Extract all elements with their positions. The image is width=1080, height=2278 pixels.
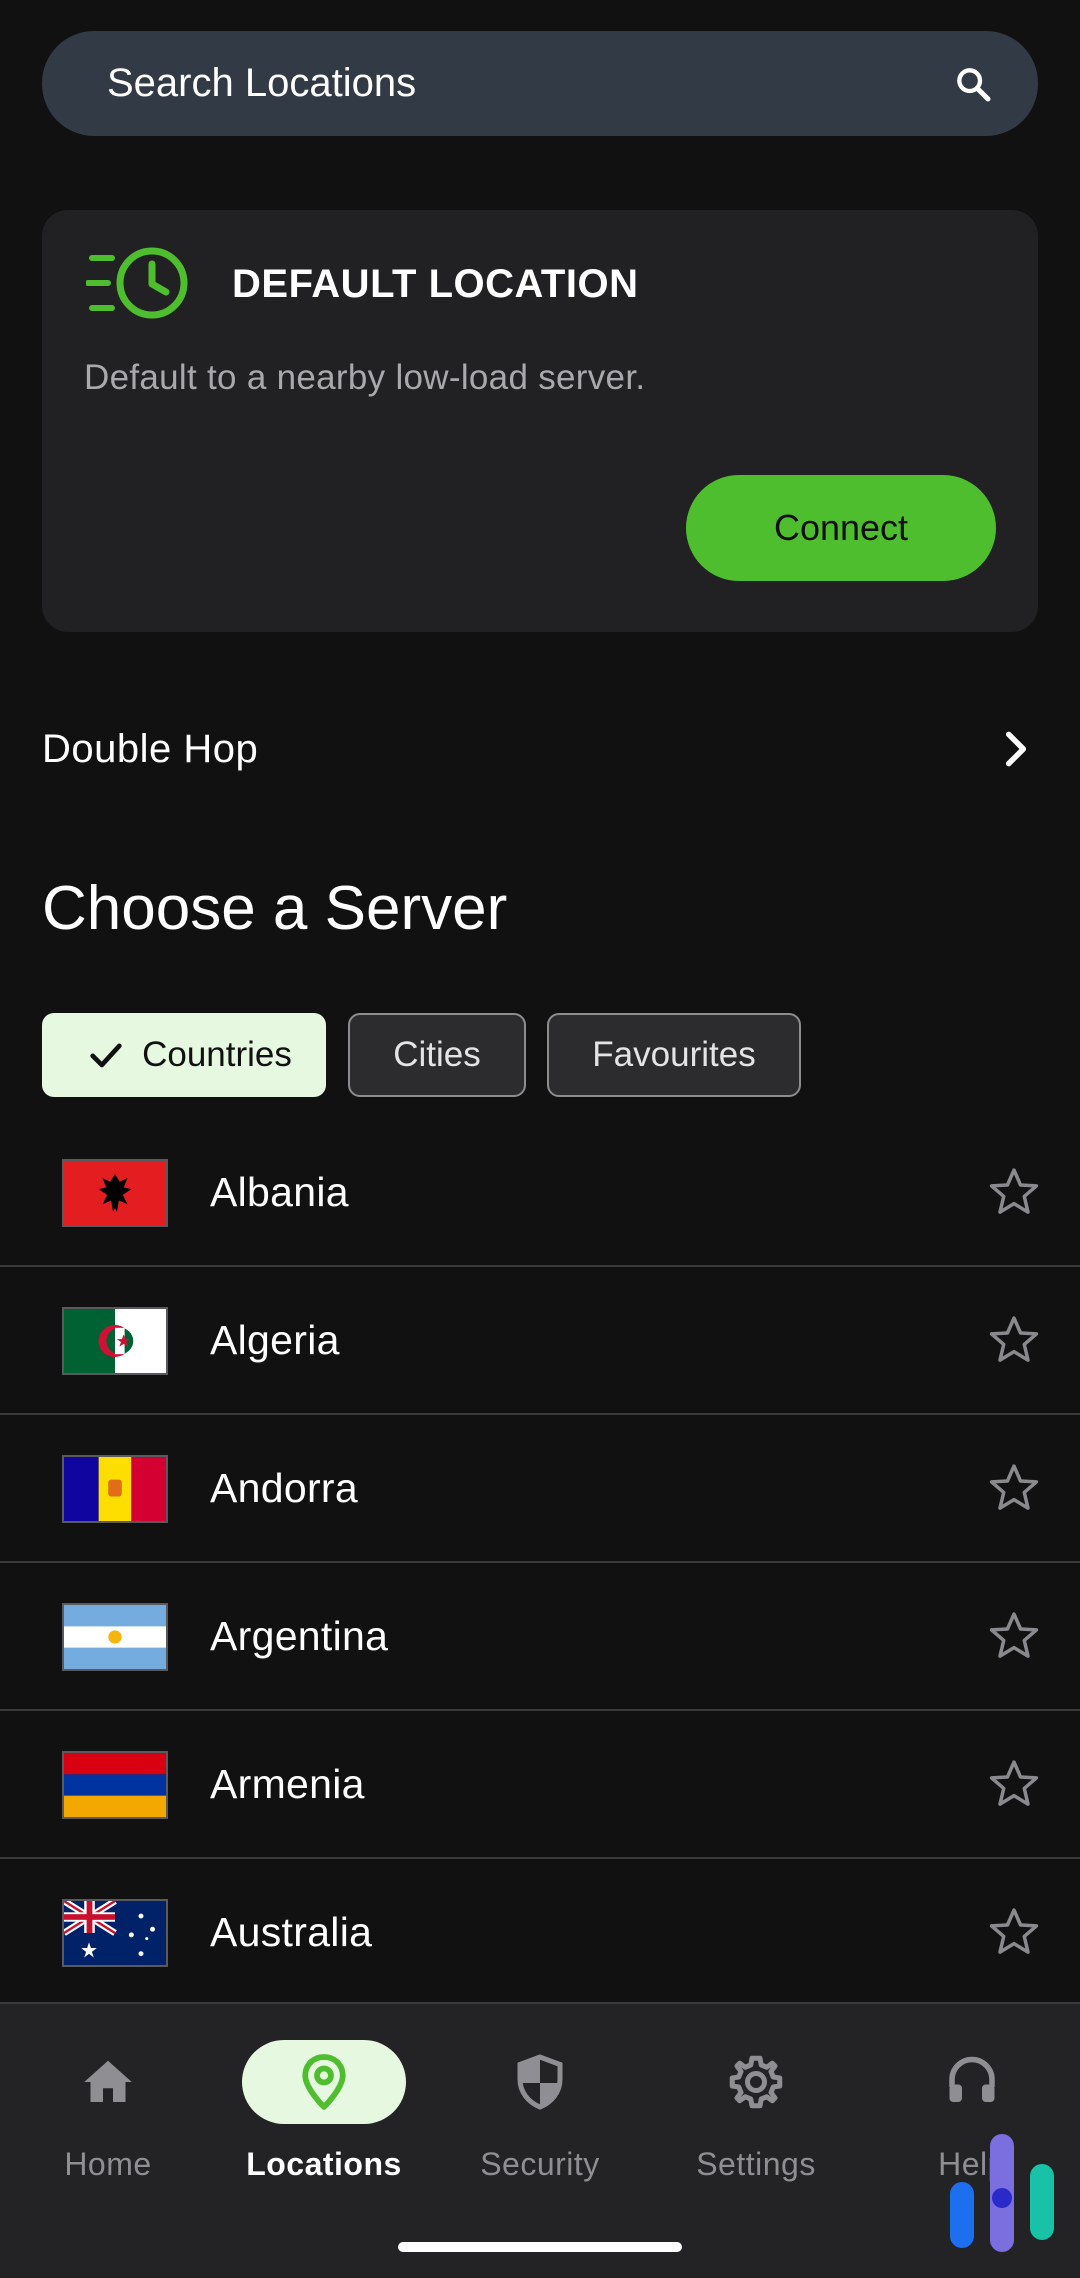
- filter-chip-cities[interactable]: Cities: [348, 1013, 526, 1097]
- check-icon: [90, 1043, 122, 1068]
- connect-button[interactable]: Connect: [686, 475, 996, 581]
- armenia-flag: [62, 1751, 168, 1819]
- filter-chip-label: Favourites: [592, 1035, 756, 1074]
- nav-icon-container: [674, 2040, 838, 2124]
- albania-flag: [62, 1159, 168, 1227]
- australia-flag: [62, 1899, 168, 1967]
- double-hop-label: Double Hop: [42, 726, 259, 771]
- locations-screen: DEFAULT LOCATION Default to a nearby low…: [0, 0, 1080, 2278]
- nav-item-locations[interactable]: Locations: [216, 2034, 432, 2214]
- country-name: Algeria: [210, 1316, 340, 1363]
- home-indicator[interactable]: [398, 2242, 682, 2252]
- star-icon[interactable]: [986, 1756, 1042, 1812]
- nav-label: Home: [64, 2146, 152, 2182]
- section-title: Choose a Server: [42, 874, 508, 943]
- country-row-algeria[interactable]: Algeria: [0, 1267, 1080, 1415]
- search-input[interactable]: [105, 60, 950, 107]
- country-name: Australia: [210, 1908, 373, 1955]
- filter-chip-favourites[interactable]: Favourites: [547, 1013, 801, 1097]
- country-name: Armenia: [210, 1760, 365, 1807]
- nav-item-home[interactable]: Home: [0, 2034, 216, 2214]
- country-list: Albania Algeria Andorra Argentina Armeni…: [0, 1119, 1080, 2007]
- nav-icon-container: [458, 2040, 622, 2124]
- default-location-description: Default to a nearby low-load server.: [84, 358, 646, 397]
- default-location-title: DEFAULT LOCATION: [232, 262, 639, 306]
- nav-label: Security: [480, 2146, 600, 2182]
- star-icon[interactable]: [986, 1460, 1042, 1516]
- star-icon[interactable]: [986, 1164, 1042, 1220]
- country-row-armenia[interactable]: Armenia: [0, 1711, 1080, 1859]
- andorra-flag: [62, 1455, 168, 1523]
- clock-speed-icon: [86, 247, 188, 319]
- country-row-albania[interactable]: Albania: [0, 1119, 1080, 1267]
- filter-chip-label: Cities: [393, 1035, 481, 1074]
- chevron-right-icon: [1005, 731, 1027, 767]
- home-icon: [84, 2060, 132, 2102]
- headset-icon: [949, 2056, 995, 2102]
- location-pin-icon: [302, 2054, 346, 2110]
- argentina-flag: [62, 1603, 168, 1671]
- country-name: Argentina: [210, 1612, 389, 1659]
- nav-item-settings[interactable]: Settings: [648, 2034, 864, 2214]
- double-hop-row[interactable]: Double Hop: [0, 680, 1080, 818]
- nav-label: Settings: [696, 2146, 816, 2182]
- search-bar[interactable]: [42, 31, 1038, 136]
- country-name: Andorra: [210, 1464, 358, 1511]
- country-row-argentina[interactable]: Argentina: [0, 1563, 1080, 1711]
- nav-icon-container: [242, 2040, 406, 2124]
- star-icon[interactable]: [986, 1904, 1042, 1960]
- star-icon[interactable]: [986, 1608, 1042, 1664]
- search-icon[interactable]: [950, 61, 996, 107]
- country-row-andorra[interactable]: Andorra: [0, 1415, 1080, 1563]
- nav-icon-container: [890, 2040, 1054, 2124]
- filter-chip-label: Countries: [142, 1035, 292, 1074]
- algeria-flag: [62, 1307, 168, 1375]
- gear-icon: [729, 2055, 783, 2109]
- shield-icon: [517, 2054, 563, 2110]
- watermark-logo: [950, 2134, 1054, 2252]
- country-name: Albania: [210, 1168, 349, 1215]
- filter-chip-countries[interactable]: Countries: [42, 1013, 326, 1097]
- bottom-nav: Home Locations Security Settings Help: [0, 2002, 1080, 2278]
- default-location-card: DEFAULT LOCATION Default to a nearby low…: [42, 210, 1038, 632]
- country-row-australia[interactable]: Australia: [0, 1859, 1080, 2007]
- nav-item-security[interactable]: Security: [432, 2034, 648, 2214]
- star-icon[interactable]: [986, 1312, 1042, 1368]
- nav-icon-container: [26, 2040, 190, 2124]
- nav-label: Locations: [246, 2146, 402, 2182]
